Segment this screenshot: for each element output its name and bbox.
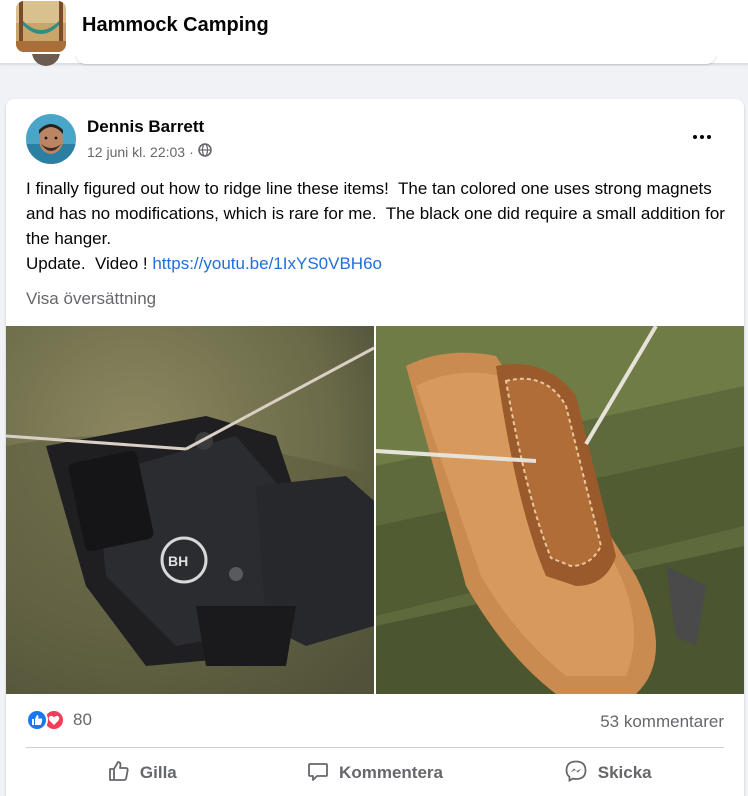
group-photo[interactable] — [16, 1, 66, 52]
like-reaction-icon — [26, 709, 48, 731]
comments-count[interactable]: 53 kommentarer — [600, 712, 724, 732]
photo-black-holster[interactable]: BH — [6, 326, 374, 694]
share-label: Skicka — [597, 763, 652, 782]
share-button[interactable]: Skicka — [491, 751, 724, 795]
post-update-line: Update. Video ! https://youtu.be/1IxYS0V… — [26, 251, 732, 276]
author-name[interactable]: Dennis Barrett — [87, 117, 204, 137]
divider — [26, 747, 724, 748]
meta-separator: · — [189, 143, 194, 160]
messenger-icon — [564, 759, 588, 788]
video-link[interactable]: https://youtu.be/1IxYS0VBH6o — [152, 254, 382, 273]
previous-post-edge — [16, 54, 732, 66]
post-actions: Gilla Kommentera Skicka — [26, 751, 724, 795]
comment-label: Kommentera — [339, 763, 443, 782]
post-timestamp[interactable]: 12 juni kl. 22:03 — [87, 144, 185, 160]
group-header: Hammock Camping — [0, 0, 748, 66]
svg-text:BH: BH — [168, 553, 188, 569]
previous-comment-box — [76, 54, 716, 64]
comment-icon — [307, 760, 329, 787]
dot-icon — [693, 135, 697, 139]
see-translation-link[interactable]: Visa översättning — [26, 289, 156, 309]
post-card: Dennis Barrett 12 juni kl. 22:03 · I fin… — [6, 99, 744, 796]
comment-button[interactable]: Kommentera — [259, 751, 492, 795]
photo-tan-holster[interactable] — [376, 326, 744, 694]
globe-icon — [197, 143, 212, 160]
group-name[interactable]: Hammock Camping — [82, 14, 269, 37]
author-avatar[interactable] — [26, 114, 76, 164]
post-paragraph: I finally figured out how to ridge line … — [26, 179, 730, 248]
post-meta: 12 juni kl. 22:03 · — [87, 143, 212, 160]
dot-icon — [707, 135, 711, 139]
like-label: Gilla — [139, 763, 177, 782]
thumbs-up-icon — [108, 760, 130, 787]
dot-icon — [700, 135, 704, 139]
reaction-count: 80 — [73, 710, 92, 729]
post-text: I finally figured out how to ridge line … — [26, 176, 732, 276]
like-button[interactable]: Gilla — [26, 751, 259, 795]
reaction-summary[interactable]: 80 — [26, 709, 92, 731]
update-text: Update. Video ! — [26, 254, 153, 273]
more-options-button[interactable] — [686, 121, 718, 153]
previous-avatar — [32, 54, 60, 66]
